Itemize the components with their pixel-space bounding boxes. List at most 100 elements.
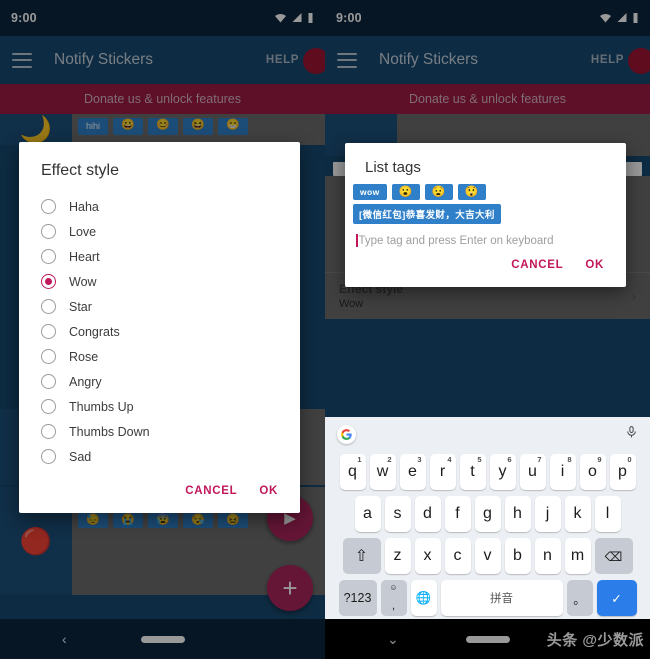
google-logo-icon[interactable] xyxy=(337,424,356,444)
ok-button[interactable]: OK xyxy=(259,485,278,497)
radio-option-wow[interactable]: Wow xyxy=(19,269,300,294)
tag-input-row[interactable]: Type tag and press Enter on keyboard xyxy=(345,228,626,249)
radio-label: Star xyxy=(69,299,92,314)
key-f[interactable]: f xyxy=(444,496,471,532)
dual-screenshot: 9:00 Notify Stickers HELP Donate us & un… xyxy=(0,0,650,659)
radio-icon[interactable] xyxy=(41,249,56,264)
cancel-button[interactable]: CANCEL xyxy=(511,259,563,271)
emoji-comma-key[interactable]: ☺ , xyxy=(380,580,407,616)
key-o[interactable]: 9o xyxy=(579,454,606,490)
key-b[interactable]: b xyxy=(504,538,531,574)
key-e[interactable]: 3e xyxy=(399,454,426,490)
key-letter: p xyxy=(618,463,627,480)
tag-chip-wow[interactable]: wow xyxy=(353,184,387,200)
key-m[interactable]: m xyxy=(564,538,591,574)
backspace-key-icon[interactable]: ⌫ xyxy=(594,538,633,574)
radio-icon[interactable] xyxy=(41,449,56,464)
radio-option-star[interactable]: Star xyxy=(19,294,300,319)
keyboard-row-3: ⇧ z x c v b n m ⌫ xyxy=(325,535,650,577)
key-t[interactable]: 5t xyxy=(459,454,486,490)
globe-language-key-icon[interactable]: 🌐 xyxy=(410,580,437,616)
radio-icon-selected[interactable] xyxy=(41,274,56,289)
key-number: 4 xyxy=(447,455,452,464)
cancel-button[interactable]: CANCEL xyxy=(185,485,237,497)
key-letter: t xyxy=(470,463,475,480)
radio-label: Rose xyxy=(69,349,99,364)
radio-icon[interactable] xyxy=(41,424,56,439)
key-q[interactable]: 1q xyxy=(339,454,366,490)
key-y[interactable]: 6y xyxy=(489,454,516,490)
key-i[interactable]: 8i xyxy=(549,454,576,490)
key-l[interactable]: l xyxy=(594,496,621,532)
radio-option-love[interactable]: Love xyxy=(19,219,300,244)
radio-label: Love xyxy=(69,224,97,239)
key-letter: e xyxy=(408,463,417,480)
radio-option-congrats[interactable]: Congrats xyxy=(19,319,300,344)
key-p[interactable]: 0p xyxy=(609,454,636,490)
key-j[interactable]: j xyxy=(534,496,561,532)
key-letter: u xyxy=(528,463,537,480)
key-number: 1 xyxy=(357,455,362,464)
radio-label: Heart xyxy=(69,249,100,264)
key-s[interactable]: s xyxy=(384,496,411,532)
key-u[interactable]: 7u xyxy=(519,454,546,490)
radio-option-sad[interactable]: Sad xyxy=(19,444,300,469)
dialog-title: List tags xyxy=(365,159,421,176)
space-key[interactable]: 拼音 xyxy=(440,580,563,616)
key-a[interactable]: a xyxy=(354,496,381,532)
ok-button[interactable]: OK xyxy=(585,259,604,271)
radio-option-thumbs-down[interactable]: Thumbs Down xyxy=(19,419,300,444)
radio-icon[interactable] xyxy=(41,374,56,389)
effect-style-dialog: Effect style Haha Love Heart Wow Star Co… xyxy=(19,142,300,513)
key-number: 3 xyxy=(417,455,422,464)
radio-label: Angry xyxy=(69,374,102,389)
key-number: 7 xyxy=(537,455,542,464)
key-x[interactable]: x xyxy=(414,538,441,574)
key-number: 2 xyxy=(387,455,392,464)
key-c[interactable]: c xyxy=(444,538,471,574)
radio-icon[interactable] xyxy=(41,324,56,339)
key-v[interactable]: v xyxy=(474,538,501,574)
symbols-key[interactable]: ?123 xyxy=(338,580,377,616)
radio-icon[interactable] xyxy=(41,349,56,364)
key-number: 6 xyxy=(507,455,512,464)
radio-icon[interactable] xyxy=(41,399,56,414)
radio-option-heart[interactable]: Heart xyxy=(19,244,300,269)
key-d[interactable]: d xyxy=(414,496,441,532)
key-w[interactable]: 2w xyxy=(369,454,396,490)
key-h[interactable]: h xyxy=(504,496,531,532)
text-caret xyxy=(356,234,358,247)
suggestion-strip xyxy=(325,417,650,451)
key-r[interactable]: 4r xyxy=(429,454,456,490)
dialog-actions: CANCEL OK xyxy=(345,249,626,279)
enter-key-icon[interactable]: ✓ xyxy=(596,580,637,616)
radio-label: Congrats xyxy=(69,324,120,339)
key-number: 5 xyxy=(477,455,482,464)
radio-option-haha[interactable]: Haha xyxy=(19,194,300,219)
key-letter: y xyxy=(498,463,507,480)
key-k[interactable]: k xyxy=(564,496,591,532)
period-key[interactable]: 。 xyxy=(566,580,593,616)
radio-option-angry[interactable]: Angry xyxy=(19,369,300,394)
keyboard-row-1: 1q 2w 3e 4r 5t 6y 7u 8i 9o 0p xyxy=(325,451,650,493)
radio-icon[interactable] xyxy=(41,224,56,239)
tag-chip-emoji[interactable]: 😲 xyxy=(457,184,486,200)
key-g[interactable]: g xyxy=(474,496,501,532)
tag-chip-list: wow 😮 😧 😲 xyxy=(345,184,626,204)
shift-key-icon[interactable]: ⇧ xyxy=(342,538,381,574)
microphone-icon[interactable] xyxy=(625,424,638,445)
key-n[interactable]: n xyxy=(534,538,561,574)
key-letter: q xyxy=(348,463,357,480)
radio-icon[interactable] xyxy=(41,199,56,214)
tag-chip-emoji[interactable]: 😧 xyxy=(424,184,453,200)
radio-option-rose[interactable]: Rose xyxy=(19,344,300,369)
tag-chip-emoji[interactable]: 😮 xyxy=(391,184,420,200)
key-z[interactable]: z xyxy=(384,538,411,574)
radio-label: Sad xyxy=(69,449,92,464)
radio-option-thumbs-up[interactable]: Thumbs Up xyxy=(19,394,300,419)
effect-style-radio-group: Haha Love Heart Wow Star Congrats Rose A… xyxy=(19,194,300,475)
keyboard-row-2: a s d f g h j k l xyxy=(325,493,650,535)
radio-icon[interactable] xyxy=(41,299,56,314)
tag-chip-long[interactable]: [微信红包]恭喜发财，大吉大利 xyxy=(353,204,501,224)
radio-label: Thumbs Up xyxy=(69,399,134,414)
